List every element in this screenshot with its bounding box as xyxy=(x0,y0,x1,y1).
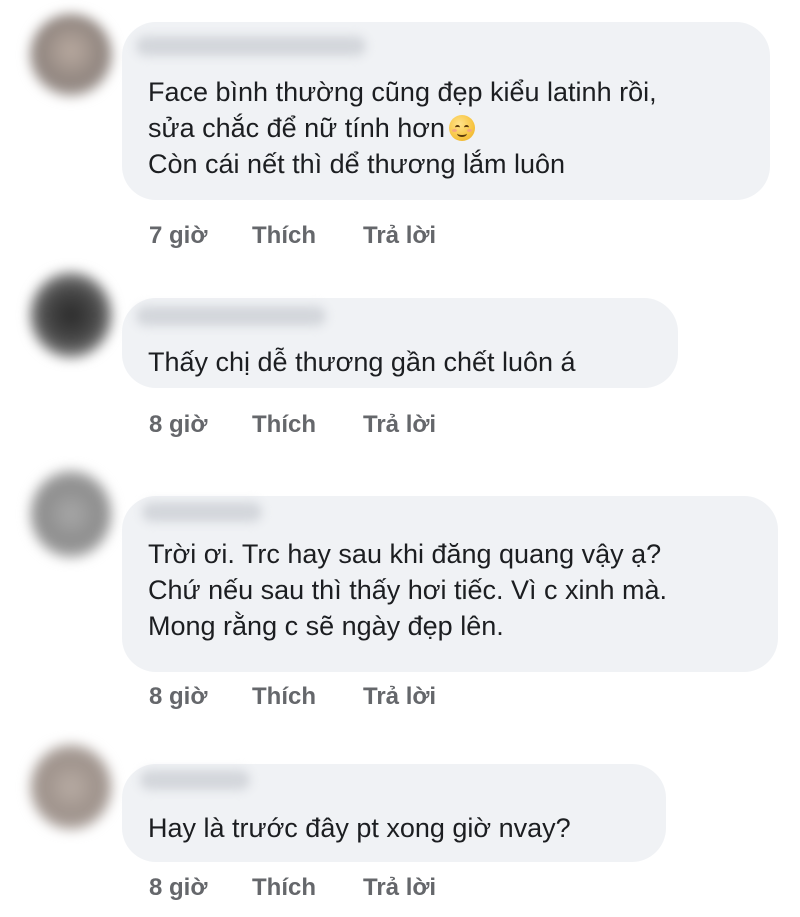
commenter-name[interactable] xyxy=(140,770,250,790)
comment-bubble: Thấy chị dễ thương gần chết luôn á xyxy=(122,298,678,388)
avatar[interactable] xyxy=(30,14,112,96)
comment-text: Hay là trước đây pt xong giờ nvay? xyxy=(148,810,646,846)
commenter-name[interactable] xyxy=(142,502,262,522)
comment-line: Trời ơi. Trc hay sau khi đăng quang vậy … xyxy=(148,539,662,569)
comment-bubble: Trời ơi. Trc hay sau khi đăng quang vậy … xyxy=(122,496,778,672)
comment-actions: 8 giờ Thích Trả lời xyxy=(0,409,800,441)
reply-button[interactable]: Trả lời xyxy=(363,220,436,252)
comment-line: Mong rằng c sẽ ngày đẹp lên. xyxy=(148,611,504,641)
like-button[interactable]: Thích xyxy=(252,681,316,713)
reply-button[interactable]: Trả lời xyxy=(363,409,436,441)
avatar[interactable] xyxy=(30,470,112,558)
commenter-name[interactable] xyxy=(136,36,366,56)
reply-button[interactable]: Trả lời xyxy=(363,681,436,713)
comment-line: Thấy chị dễ thương gần chết luôn á xyxy=(148,347,576,377)
avatar[interactable] xyxy=(30,272,112,358)
comment-bubble: Hay là trước đây pt xong giờ nvay? xyxy=(122,764,666,862)
comment-bubble: Face bình thường cũng đẹp kiểu latinh rồ… xyxy=(122,22,770,200)
comment-line: Chứ nếu sau thì thấy hơi tiếc. Vì c xinh… xyxy=(148,575,668,605)
comment-actions: 7 giờ Thích Trả lời xyxy=(0,220,800,252)
comment-line: Hay là trước đây pt xong giờ nvay? xyxy=(148,813,571,843)
comment-time[interactable]: 7 giờ xyxy=(149,220,207,252)
comment-text: Trời ơi. Trc hay sau khi đăng quang vậy … xyxy=(148,536,758,644)
comment-line: Face bình thường cũng đẹp kiểu latinh rồ… xyxy=(148,77,657,107)
comment-text: Face bình thường cũng đẹp kiểu latinh rồ… xyxy=(148,74,750,182)
comment-actions: 8 giờ Thích Trả lời xyxy=(0,872,800,904)
comment-line: sửa chắc để nữ tính hơn xyxy=(148,113,446,143)
comment-text: Thấy chị dễ thương gần chết luôn á xyxy=(148,344,658,380)
comment-time[interactable]: 8 giờ xyxy=(149,872,207,904)
comment-actions: 8 giờ Thích Trả lời xyxy=(0,681,800,713)
comment-time[interactable]: 8 giờ xyxy=(149,409,207,441)
avatar[interactable] xyxy=(30,744,112,830)
commenter-name[interactable] xyxy=(136,306,326,326)
like-button[interactable]: Thích xyxy=(252,872,316,904)
reply-button[interactable]: Trả lời xyxy=(363,872,436,904)
comment-line: Còn cái nết thì dể thương lắm luôn xyxy=(148,149,566,179)
smiling-face-emoji-icon xyxy=(449,115,476,141)
like-button[interactable]: Thích xyxy=(252,220,316,252)
comment-time[interactable]: 8 giờ xyxy=(149,681,207,713)
like-button[interactable]: Thích xyxy=(252,409,316,441)
